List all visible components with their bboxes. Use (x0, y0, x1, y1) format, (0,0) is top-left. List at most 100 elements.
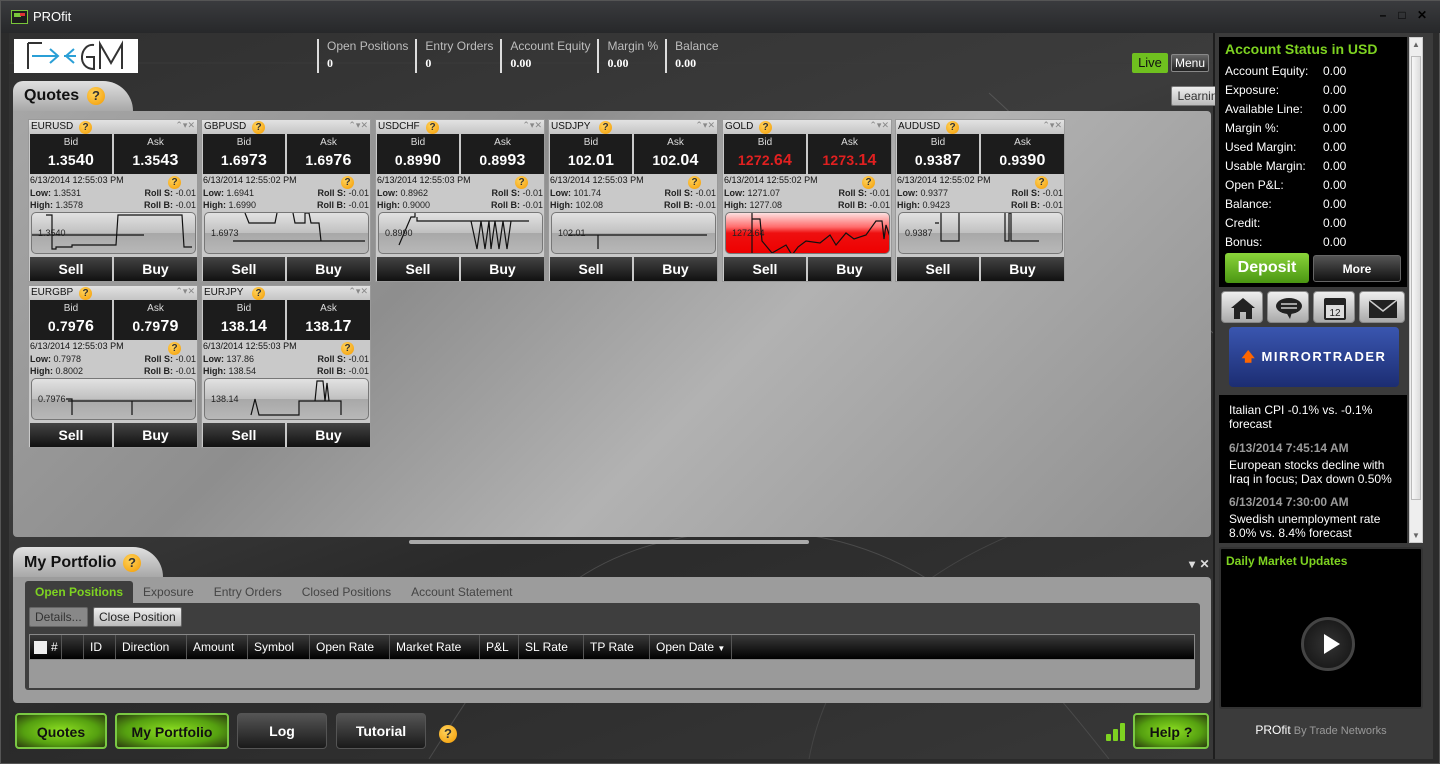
close-icon[interactable]: ✕ (534, 120, 542, 130)
close-icon[interactable]: ✕ (360, 120, 368, 130)
column-open-rate[interactable]: Open Rate (310, 635, 390, 659)
quote-card-header[interactable]: AUDUSD ? ⌃▾✕ (896, 120, 1064, 134)
buy-button[interactable]: Buy (114, 423, 197, 447)
tutorial-button[interactable]: Tutorial (336, 713, 426, 749)
ask-price-box[interactable]: Ask 1273.14 (808, 134, 891, 174)
ask-price-box[interactable]: Ask 0.9390 (981, 134, 1064, 174)
sell-button[interactable]: Sell (203, 423, 285, 447)
menu-button[interactable]: Menu (1171, 54, 1209, 72)
bid-price-box[interactable]: Bid 0.8990 (377, 134, 459, 174)
news-item[interactable]: 6/13/2014 7:30:00 AM Swedish unemployment… (1229, 495, 1404, 540)
column-tp-rate[interactable]: TP Rate (584, 635, 650, 659)
column-sl-rate[interactable]: SL Rate (519, 635, 584, 659)
help-icon[interactable]: ? (79, 121, 92, 134)
close-icon[interactable]: ✕ (187, 286, 195, 296)
buy-button[interactable]: Buy (461, 257, 544, 281)
ask-price-box[interactable]: Ask 1.6976 (287, 134, 370, 174)
buy-button[interactable]: Buy (981, 257, 1064, 281)
tab-open-positions[interactable]: Open Positions (25, 581, 134, 603)
select-all-checkbox[interactable] (34, 641, 47, 655)
buy-button[interactable]: Buy (114, 257, 197, 281)
close-window-button[interactable]: ✕ (1414, 8, 1430, 22)
help-icon[interactable]: ? (426, 121, 439, 134)
horizontal-splitter[interactable] (409, 540, 809, 544)
buy-button[interactable]: Buy (287, 257, 370, 281)
ask-price-box[interactable]: Ask 102.04 (634, 134, 717, 174)
collapse-icon[interactable]: ⌃ (695, 120, 703, 130)
tab-account-statement[interactable]: Account Statement (401, 581, 522, 603)
details-button[interactable]: Details... (29, 607, 88, 627)
tab-exposure[interactable]: Exposure (133, 581, 204, 603)
quote-card-header[interactable]: EURJPY ? ⌃▾✕ (202, 286, 370, 300)
buy-button[interactable]: Buy (287, 423, 370, 447)
bid-price-box[interactable]: Bid 1272.64 (724, 134, 806, 174)
home-button[interactable] (1221, 291, 1263, 323)
bid-price-box[interactable]: Bid 138.14 (203, 300, 285, 340)
help-icon[interactable]: ? (599, 121, 612, 134)
mail-button[interactable] (1359, 291, 1405, 323)
play-icon[interactable] (1301, 617, 1355, 671)
chat-button[interactable] (1267, 291, 1309, 323)
more-button[interactable]: More (1313, 255, 1401, 282)
pin-icon[interactable]: ▾ (1189, 557, 1195, 571)
tab-entry-orders[interactable]: Entry Orders (204, 581, 292, 603)
bid-price-box[interactable]: Bid 0.7976 (30, 300, 112, 340)
quote-card-header[interactable]: GOLD ? ⌃▾✕ (723, 120, 891, 134)
column-direction[interactable]: Direction (116, 635, 187, 659)
help-icon[interactable]: ? (252, 287, 265, 300)
my-portfolio-nav-button[interactable]: My Portfolio (115, 713, 229, 749)
bid-price-box[interactable]: Bid 0.9387 (897, 134, 979, 174)
close-icon[interactable]: ✕ (360, 286, 368, 296)
maximize-button[interactable]: □ (1394, 8, 1410, 22)
collapse-icon[interactable]: ⌃ (175, 120, 183, 130)
collapse-icon[interactable]: ⌃ (1042, 120, 1050, 130)
close-panel-icon[interactable]: ✕ (1199, 557, 1209, 571)
ask-price-box[interactable]: Ask 0.8993 (461, 134, 544, 174)
quote-card-header[interactable]: USDJPY ? ⌃▾✕ (549, 120, 717, 134)
ask-price-box[interactable]: Ask 138.17 (287, 300, 370, 340)
bid-price-box[interactable]: Bid 102.01 (550, 134, 632, 174)
sell-button[interactable]: Sell (897, 257, 979, 281)
news-item[interactable]: 6/13/2014 7:45:14 AM European stocks decl… (1229, 441, 1404, 486)
buy-button[interactable]: Buy (634, 257, 717, 281)
help-icon[interactable]: ? (946, 121, 959, 134)
help-icon[interactable]: ? (439, 725, 457, 743)
quote-card-header[interactable]: USDCHF ? ⌃▾✕ (376, 120, 544, 134)
collapse-icon[interactable]: ⌃ (522, 120, 530, 130)
sell-button[interactable]: Sell (550, 257, 632, 281)
sell-button[interactable]: Sell (377, 257, 459, 281)
sell-button[interactable]: Sell (203, 257, 285, 281)
help-icon[interactable]: ? (759, 121, 772, 134)
close-icon[interactable]: ✕ (1054, 120, 1062, 130)
sidebar-scrollbar[interactable]: ▲ ▼ (1409, 37, 1423, 543)
log-button[interactable]: Log (237, 713, 327, 749)
scroll-up-icon[interactable]: ▲ (1412, 40, 1420, 49)
close-icon[interactable]: ✕ (707, 120, 715, 130)
sell-button[interactable]: Sell (30, 257, 112, 281)
select-all-column[interactable]: # (30, 635, 62, 659)
column-open-date[interactable]: Open Date ▼ (650, 635, 732, 659)
bid-price-box[interactable]: Bid 1.6973 (203, 134, 285, 174)
quote-card-header[interactable]: EURGBP ? ⌃▾✕ (29, 286, 197, 300)
help-icon[interactable]: ? (123, 554, 141, 572)
quote-card-header[interactable]: EURUSD ? ⌃▾✕ (29, 120, 197, 134)
scrollbar-thumb[interactable] (1411, 56, 1421, 500)
collapse-icon[interactable]: ⌃ (869, 120, 877, 130)
minimize-button[interactable]: – (1375, 8, 1391, 22)
sell-button[interactable]: Sell (30, 423, 112, 447)
column-id[interactable]: ID (84, 635, 116, 659)
live-badge[interactable]: Live (1132, 53, 1168, 73)
bid-price-box[interactable]: Bid 1.3540 (30, 134, 112, 174)
column-symbol[interactable]: Symbol (248, 635, 310, 659)
deposit-button[interactable]: Deposit (1225, 253, 1309, 283)
scroll-down-icon[interactable]: ▼ (1412, 531, 1420, 540)
calendar-button[interactable]: 12 (1313, 291, 1355, 323)
close-icon[interactable]: ✕ (187, 120, 195, 130)
column-pnl[interactable]: P&L (480, 635, 519, 659)
column-market-rate[interactable]: Market Rate (390, 635, 480, 659)
buy-button[interactable]: Buy (808, 257, 891, 281)
help-icon[interactable]: ? (252, 121, 265, 134)
close-icon[interactable]: ✕ (881, 120, 889, 130)
ask-price-box[interactable]: Ask 0.7979 (114, 300, 197, 340)
help-icon[interactable]: ? (87, 87, 105, 105)
